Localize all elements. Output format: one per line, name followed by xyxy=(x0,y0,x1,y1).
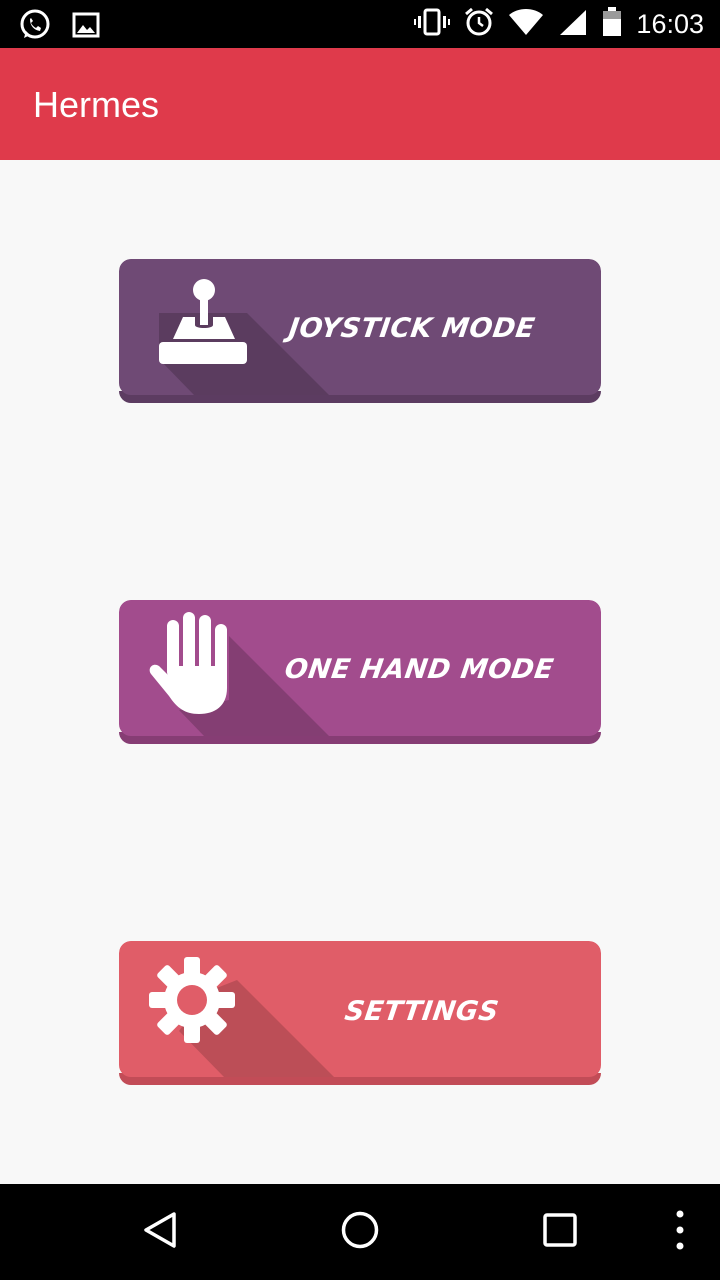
one-hand-mode-label: ONE HAND MODE xyxy=(282,654,556,685)
navigation-bar xyxy=(0,1184,720,1280)
settings-button[interactable]: SETTINGS xyxy=(119,941,601,1085)
gear-icon xyxy=(147,955,237,1050)
back-icon xyxy=(140,1210,180,1255)
status-bar: 16:03 xyxy=(0,0,720,48)
back-button[interactable] xyxy=(136,1208,184,1256)
status-time: 16:03 xyxy=(636,8,704,39)
vibrate-icon xyxy=(414,7,451,42)
hand-icon xyxy=(147,610,237,723)
alarm-icon xyxy=(464,7,494,42)
home-icon xyxy=(340,1210,380,1255)
home-button[interactable] xyxy=(336,1208,384,1256)
joystick-mode-button[interactable]: JOYSTICK MODE xyxy=(119,259,601,403)
image-icon xyxy=(72,12,100,43)
recents-button[interactable] xyxy=(536,1208,584,1256)
main-content: JOYSTICK MODE ONE HAND MODE SETTINGS xyxy=(0,160,720,1184)
overflow-menu-button[interactable] xyxy=(656,1208,704,1256)
whatsapp-icon xyxy=(18,8,52,47)
app-bar: Hermes xyxy=(0,48,720,160)
recents-icon xyxy=(540,1210,580,1255)
joystick-icon xyxy=(159,277,249,372)
settings-label: SETTINGS xyxy=(342,996,501,1027)
overflow-menu-icon xyxy=(675,1210,685,1255)
joystick-mode-label: JOYSTICK MODE xyxy=(286,313,537,344)
status-system-icons: 16:03 xyxy=(414,6,704,42)
wifi-icon xyxy=(508,8,544,41)
status-notifications xyxy=(18,8,100,47)
one-hand-mode-button[interactable]: ONE HAND MODE xyxy=(119,600,601,744)
signal-icon xyxy=(558,8,588,41)
app-title: Hermes xyxy=(33,84,160,125)
battery-icon xyxy=(602,6,622,42)
